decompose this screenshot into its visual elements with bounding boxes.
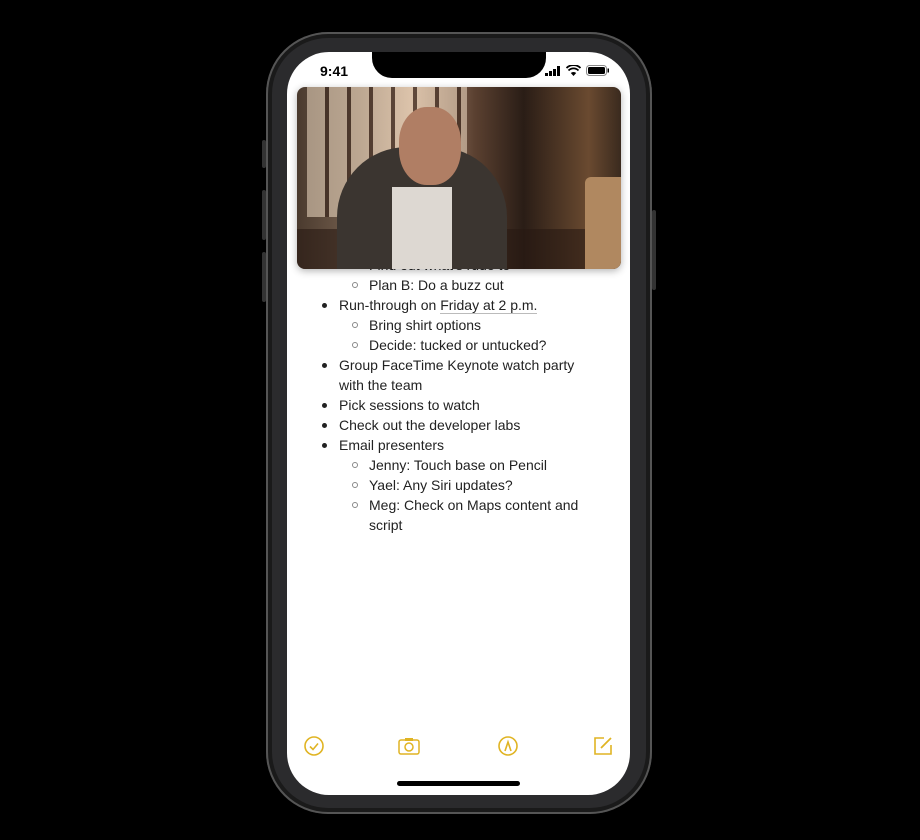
list-item: Plan B: Do a buzz cut xyxy=(352,277,504,293)
list-item: Bring shirt options xyxy=(351,317,482,333)
notch xyxy=(372,52,546,78)
shirt xyxy=(392,187,452,269)
side-button xyxy=(652,210,656,290)
list-item: Decide: tucked or untucked? xyxy=(351,337,547,353)
list-item: Jenny: Touch base on Pencil xyxy=(352,457,547,473)
picture-in-picture-video[interactable] xyxy=(297,87,621,269)
mute-switch xyxy=(262,140,266,168)
volume-up-button xyxy=(262,190,266,240)
volume-down-button xyxy=(262,252,266,302)
list-item-continuation: script xyxy=(369,517,403,533)
list-item: Group FaceTime Keynote watch party xyxy=(321,357,575,373)
list-item-text: Run-through on xyxy=(339,297,441,313)
status-icons xyxy=(545,65,610,76)
head xyxy=(399,107,461,185)
list-item: Email presenters xyxy=(321,437,445,453)
markup-icon[interactable] xyxy=(497,735,519,757)
compose-icon[interactable] xyxy=(592,735,614,757)
date-link[interactable]: Friday at 2 p.m. xyxy=(440,297,538,314)
lamp xyxy=(585,177,621,269)
list-item: Pick sessions to watch xyxy=(322,397,480,413)
signal-icon xyxy=(545,65,560,76)
camera-icon[interactable] xyxy=(398,735,420,757)
battery-icon xyxy=(586,65,609,76)
bottom-toolbar xyxy=(287,735,630,759)
home-indicator[interactable] xyxy=(397,781,520,786)
status-time: 9:41 xyxy=(320,63,349,79)
list-item-continuation: with the team xyxy=(339,377,423,393)
screen: 9:41 Find out what's rude to Plan B: Do … xyxy=(287,52,630,795)
list-item: Yael: Any Siri updates? xyxy=(352,477,513,493)
list-item: Meg: Check on Maps content and xyxy=(351,497,579,513)
list-item: Check out the developer labs xyxy=(321,417,521,433)
checklist-icon[interactable] xyxy=(303,735,325,757)
list-item: Run-through on Friday at 2 p.m. xyxy=(321,295,538,315)
wifi-icon xyxy=(566,65,581,76)
